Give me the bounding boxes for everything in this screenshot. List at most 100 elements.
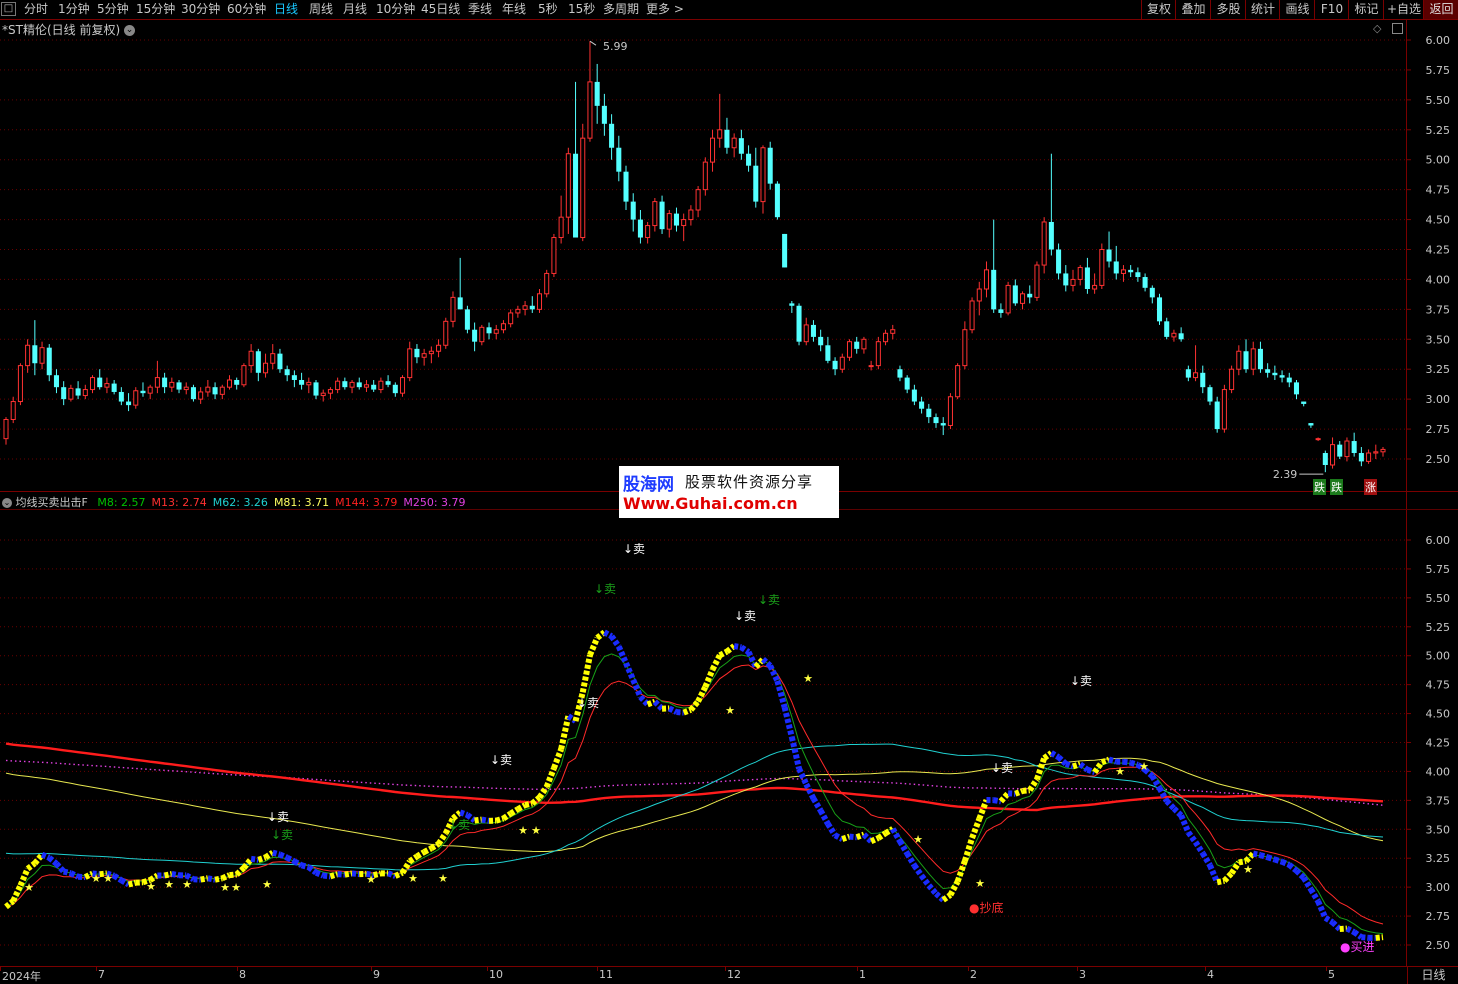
step-segment (71, 873, 78, 876)
step-segment (943, 895, 950, 900)
star-marker: ★ (725, 704, 735, 717)
toolbar-button-0[interactable]: 复权 (1141, 0, 1176, 19)
candle-body (371, 385, 376, 390)
period-indicator[interactable]: 日线 (1407, 966, 1458, 984)
step-segment (410, 856, 417, 861)
period-tab-4[interactable]: 30分钟 (181, 0, 220, 19)
diamond-icon[interactable]: ◇ (1373, 22, 1381, 35)
settings-circle-icon[interactable]: ⌄ (2, 498, 12, 508)
step-segment (1296, 871, 1303, 878)
candle-body (884, 333, 888, 341)
period-tab-3[interactable]: 15分钟 (136, 0, 175, 19)
bottom-fishing-signal: ●抄底 (969, 900, 1003, 915)
period-tab-7[interactable]: 周线 (309, 0, 333, 19)
candle-body (1179, 333, 1184, 339)
star-marker: ★ (103, 872, 113, 885)
period-tab-13[interactable]: 5秒 (538, 0, 558, 19)
x-tick (487, 967, 488, 971)
ma-name: M250 (403, 496, 434, 509)
x-tick (857, 967, 858, 971)
settings-circle-icon[interactable]: ⌄ (124, 25, 135, 36)
step-segment (1131, 763, 1138, 765)
step-segment (1037, 758, 1044, 779)
candle-body (732, 138, 736, 148)
step-segment (1253, 854, 1260, 856)
candle-body (408, 349, 412, 378)
ma-value: 3.71 (305, 496, 330, 509)
ma-value: 3.79 (373, 496, 398, 509)
high-price-label: 5.99 (603, 40, 628, 53)
candle-body (523, 306, 527, 310)
candle-body (1215, 402, 1220, 430)
ma-value: 2.57 (121, 496, 146, 509)
indicator-tick-label: 5.00 (1426, 650, 1451, 663)
step-segment (698, 687, 705, 701)
candle-body (1222, 390, 1226, 430)
price-tick-label: 4.00 (1426, 273, 1451, 286)
step-segment (1333, 922, 1340, 929)
period-tab-11[interactable]: 季线 (468, 0, 492, 19)
candle-body (739, 138, 744, 154)
period-tab-10[interactable]: 45日线 (421, 0, 460, 19)
step-segment (35, 855, 42, 864)
step-segment (576, 692, 583, 721)
star-marker: ★ (91, 872, 101, 885)
ma-sep: : (114, 496, 121, 509)
step-segment (229, 874, 236, 875)
candle-body (11, 402, 15, 420)
period-tab-5[interactable]: 60分钟 (227, 0, 266, 19)
step-segment (922, 876, 929, 886)
candle-body (1258, 349, 1263, 369)
toolbar-button-1[interactable]: 叠加 (1175, 0, 1211, 19)
period-tab-1[interactable]: 1分钟 (58, 0, 90, 19)
step-segment (539, 787, 546, 798)
toolbar-button-7[interactable]: +自选 (1383, 0, 1424, 19)
period-tab-12[interactable]: 年线 (502, 0, 526, 19)
step-segment (842, 837, 849, 839)
period-tab-8[interactable]: 月线 (343, 0, 367, 19)
step-segment (85, 874, 92, 878)
step-segment (835, 835, 842, 839)
candle-body (876, 342, 880, 366)
candle-body (364, 385, 368, 387)
step-segment (330, 874, 337, 876)
logo-url: Www.Guhai.com.cn (623, 494, 798, 513)
period-tab-6[interactable]: 日线 (274, 0, 298, 19)
step-segment (828, 824, 835, 835)
period-tab-14[interactable]: 15秒 (568, 0, 595, 19)
candle-body (1071, 279, 1075, 285)
toolbar-button-8[interactable]: 返回 (1423, 0, 1458, 19)
candle-body (256, 351, 261, 373)
candle-body (948, 397, 952, 426)
toolbar-button-4[interactable]: 画线 (1279, 0, 1315, 19)
candle-body (1135, 272, 1140, 277)
toolbar-button-5[interactable]: F10 (1314, 0, 1349, 19)
price-tick-label: 4.25 (1426, 244, 1451, 257)
step-segment (1109, 760, 1116, 762)
step-segment (1354, 932, 1361, 937)
period-tab-16[interactable]: 更多 > (646, 0, 684, 19)
candle-body (444, 321, 448, 345)
ma-value: 3.79 (441, 496, 466, 509)
toolbar-button-3[interactable]: 统计 (1245, 0, 1280, 19)
ma-sep: : (366, 496, 373, 509)
panel-maximize-icon[interactable] (1392, 23, 1403, 34)
toolbar-button-6[interactable]: 标记 (1348, 0, 1384, 19)
toolbar-button-2[interactable]: 多股 (1210, 0, 1246, 19)
step-segment (186, 875, 193, 879)
step-segment (929, 885, 936, 893)
period-tab-0[interactable]: 分时 (24, 0, 48, 19)
step-segment (936, 894, 943, 900)
candle-body (1251, 349, 1255, 369)
period-tab-15[interactable]: 多周期 (603, 0, 639, 19)
candle-body (1056, 250, 1061, 274)
period-tab-2[interactable]: 5分钟 (97, 0, 129, 19)
candle-body (682, 220, 686, 226)
price-tick-label: 3.25 (1426, 363, 1451, 376)
step-segment (806, 784, 813, 798)
period-tab-9[interactable]: 10分钟 (376, 0, 415, 19)
step-segment (215, 878, 222, 879)
step-segment (1051, 753, 1058, 757)
menu-square-icon[interactable]: □ (1, 2, 16, 16)
step-segment (1073, 764, 1080, 766)
